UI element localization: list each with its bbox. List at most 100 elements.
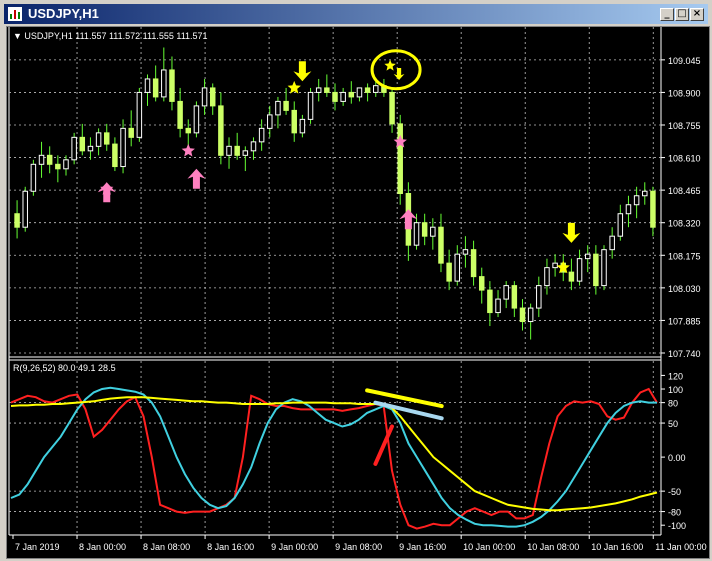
candle-body-up	[30, 163, 37, 192]
candle	[364, 83, 371, 102]
candle	[291, 101, 297, 142]
candle-body-down	[218, 105, 224, 156]
candle-body-up	[250, 141, 257, 152]
candle-body-down	[46, 154, 53, 165]
symbol-info-line: ▼ USDJPY,H1 111.557 111.572 111.555 111.…	[13, 31, 208, 41]
chart-svg[interactable]: R(9,26,52) 80.0 49.1 28.5 109.045 108.900…	[7, 27, 709, 558]
candle	[283, 87, 289, 115]
candle	[544, 258, 550, 295]
candle	[30, 159, 37, 196]
candle	[22, 186, 28, 232]
candle	[79, 123, 86, 156]
candle-body-down	[291, 109, 297, 134]
candle-body-down	[283, 100, 289, 111]
price-tick-label: 108.320	[668, 219, 701, 229]
candle-body-up	[315, 87, 322, 93]
signal-star-icon	[181, 143, 195, 157]
candle	[209, 83, 216, 115]
candle	[593, 245, 599, 295]
candle	[161, 47, 167, 102]
candle	[120, 119, 126, 174]
candle-body-up	[617, 213, 624, 237]
candle	[397, 114, 403, 205]
candle-body-down	[438, 226, 444, 264]
candle	[511, 281, 518, 318]
candle-body-down	[364, 87, 371, 93]
candle-body-up	[625, 204, 632, 215]
window-title: USDJPY,H1	[28, 6, 99, 21]
time-tick-label: 7 Jan 2019	[15, 542, 60, 552]
candle-body-down	[14, 213, 20, 228]
candle-body-up	[22, 190, 28, 228]
time-tick-label: 8 Jan 16:00	[207, 542, 254, 552]
candle-body-down	[446, 262, 452, 282]
candle-body-up	[536, 285, 542, 309]
candle	[38, 141, 45, 178]
candle-body-up	[201, 87, 208, 107]
candle	[14, 200, 20, 239]
candle	[470, 240, 477, 286]
candle	[144, 74, 151, 106]
maximize-button[interactable]: □	[675, 8, 689, 21]
candle-body-up	[38, 154, 45, 165]
oscillator-label: R(9,26,52) 80.0 49.1 28.5	[13, 363, 116, 373]
candle	[267, 105, 273, 138]
candle	[519, 299, 526, 331]
candle	[218, 92, 224, 165]
chart-window-icon	[8, 7, 22, 21]
candle	[299, 114, 306, 138]
candle	[617, 204, 624, 241]
candle	[356, 87, 363, 102]
time-tick-label: 9 Jan 08:00	[335, 542, 382, 552]
candle-body-up	[161, 69, 167, 98]
candle	[568, 258, 575, 291]
signal-star-icon	[384, 59, 396, 71]
candle-body-down	[650, 190, 656, 228]
signal-down-arrow-icon	[393, 67, 405, 80]
candle-body-down	[470, 249, 477, 278]
candle-body-down	[389, 91, 395, 125]
candle-body-down	[421, 222, 428, 237]
candle	[104, 123, 110, 151]
price-tick-label: 108.175	[668, 251, 701, 261]
title-bar[interactable]: USDJPY,H1 _ □ ×	[4, 4, 708, 24]
minimize-button[interactable]: _	[660, 8, 674, 21]
time-tick-label: 10 Jan 08:00	[527, 542, 579, 552]
candle-body-up	[495, 298, 501, 314]
candle-body-up	[552, 262, 558, 269]
candle	[552, 254, 558, 277]
candle	[536, 276, 542, 318]
candle-body-up	[454, 253, 461, 282]
candle-body-down	[478, 276, 485, 291]
candle-body-down	[152, 78, 159, 98]
candle-body-up	[193, 105, 200, 134]
candle	[185, 119, 192, 147]
candle-body-up	[299, 118, 306, 134]
candle	[413, 213, 420, 250]
signal-up-arrow-icon	[187, 168, 206, 189]
candle-body-down	[568, 271, 575, 282]
price-tick-label: 107.885	[668, 316, 701, 326]
candle-body-down	[209, 87, 216, 107]
close-button[interactable]: ×	[690, 8, 704, 21]
candle-body-down	[177, 100, 183, 129]
candle-body-down	[128, 127, 134, 138]
candle-body-up	[275, 100, 281, 116]
candle	[275, 96, 281, 129]
price-tick-label: 107.740	[668, 349, 701, 359]
osc-tick-label: 80	[668, 399, 678, 409]
candle-body-up	[609, 235, 615, 251]
candle	[234, 132, 240, 160]
candle-body-up	[63, 159, 69, 170]
candle	[136, 87, 143, 142]
candle-body-up	[601, 249, 607, 287]
candle	[642, 182, 648, 205]
candle	[650, 186, 656, 237]
candle	[307, 87, 314, 124]
candle	[527, 303, 534, 340]
candle-body-up	[373, 85, 379, 93]
candle-body-up	[527, 307, 534, 323]
chart-area[interactable]: R(9,26,52) 80.0 49.1 28.5 109.045 108.900…	[6, 26, 710, 559]
candle	[95, 128, 102, 156]
candle-body-up	[633, 195, 640, 206]
